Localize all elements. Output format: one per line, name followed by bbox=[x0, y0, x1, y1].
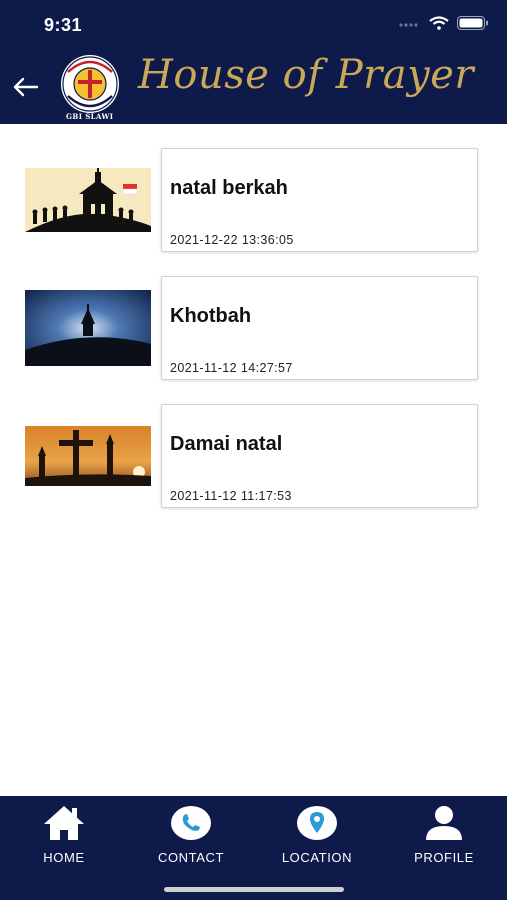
logo-caption: GBI SLAWI bbox=[66, 112, 114, 121]
home-icon bbox=[44, 806, 84, 840]
church-logo: GBI SLAWI bbox=[56, 54, 124, 121]
nav-profile[interactable]: PROFILE bbox=[384, 804, 504, 865]
nav-profile-label: PROFILE bbox=[414, 850, 474, 865]
bottom-navigation: HOME CONTACT LOCATION PROFILE bbox=[0, 796, 507, 900]
profile-icon bbox=[426, 806, 462, 840]
nav-location[interactable]: LOCATION bbox=[257, 804, 377, 865]
list-item[interactable]: Damai natal 2021-11-12 11:17:53 bbox=[0, 404, 507, 508]
back-arrow-icon[interactable] bbox=[10, 72, 40, 102]
post-card[interactable]: Khotbah 2021-11-12 14:27:57 bbox=[161, 276, 478, 380]
battery-icon bbox=[457, 16, 488, 30]
home-indicator bbox=[164, 887, 344, 892]
nav-home[interactable]: HOME bbox=[4, 804, 124, 865]
status-time: 9:31 bbox=[44, 15, 83, 35]
cross-sunset-image bbox=[25, 426, 151, 486]
post-card[interactable]: Damai natal 2021-11-12 11:17:53 bbox=[161, 404, 478, 508]
nav-location-label: LOCATION bbox=[281, 850, 353, 865]
status-icons bbox=[399, 16, 489, 30]
church-night-image bbox=[25, 290, 151, 366]
list-item[interactable]: natal berkah 2021-12-22 13:36:05 bbox=[0, 148, 507, 252]
post-date: 2021-11-12 14:27:57 bbox=[170, 361, 293, 375]
brand-title: House of Prayer bbox=[138, 52, 475, 98]
app-header: 9:31 GBI SLAWI House of Prayer bbox=[0, 0, 507, 124]
post-date: 2021-12-22 13:36:05 bbox=[170, 233, 294, 247]
post-date: 2021-11-12 11:17:53 bbox=[170, 489, 292, 503]
wifi-icon bbox=[429, 16, 449, 30]
list-item[interactable]: Khotbah 2021-11-12 14:27:57 bbox=[0, 276, 507, 380]
signal-icon bbox=[399, 23, 418, 27]
phone-icon bbox=[171, 806, 211, 840]
nav-contact[interactable]: CONTACT bbox=[131, 804, 251, 865]
post-title: natal berkah bbox=[170, 177, 288, 199]
post-title: Damai natal bbox=[170, 433, 283, 455]
location-pin-icon bbox=[297, 806, 337, 840]
post-title: Khotbah bbox=[170, 305, 252, 327]
nav-contact-label: CONTACT bbox=[157, 850, 225, 865]
post-card[interactable]: natal berkah 2021-12-22 13:36:05 bbox=[161, 148, 478, 252]
church-silhouette-image bbox=[25, 168, 151, 232]
nav-home-label: HOME bbox=[43, 850, 85, 865]
